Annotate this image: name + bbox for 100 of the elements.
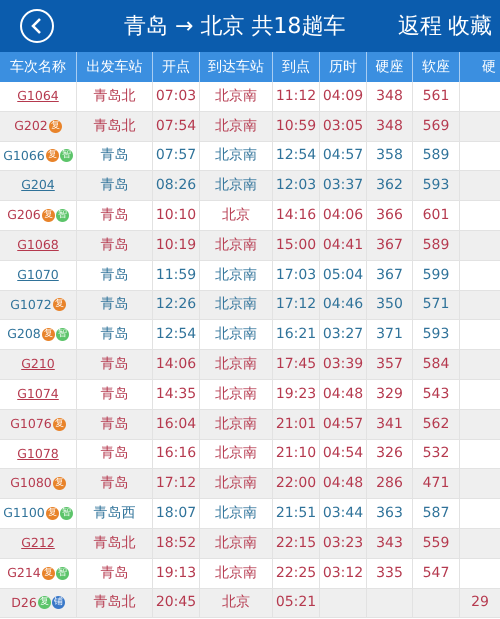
train-number[interactable]: G1078 (17, 444, 59, 464)
table-cell-text: 04:48 (322, 384, 364, 404)
table-cell-text: 北京南 (215, 534, 257, 553)
train-tag: 复 (52, 477, 66, 490)
table-cell-text: 青岛北 (94, 534, 136, 553)
table-cell-text: 569 (422, 116, 450, 136)
table-cell-text: 363 (376, 504, 403, 524)
table-cell-text: 11:59 (156, 266, 196, 285)
table-row[interactable]: G1076 复 青岛 16:04 北京南 21:01 04:57 341 562 (0, 410, 500, 440)
column-header: 出发车站 (86, 58, 142, 76)
table-cell-text: 20:45 (156, 593, 196, 612)
table-row[interactable]: G1074 青岛 14:35 北京南 19:23 04:48 329 543 (0, 380, 500, 410)
table-row[interactable]: G208 复 智 青岛 12:54 北京南 16:21 03:27 371 593 (0, 320, 500, 350)
table-cell-text: 14:06 (156, 355, 196, 374)
header-action[interactable]: 收藏 (448, 10, 492, 42)
column-header: 历时 (329, 58, 357, 76)
table-cell-text: 532 (422, 444, 450, 464)
table-cell-text: 青岛 (100, 444, 128, 464)
table-cell-text: 22:15 (276, 534, 316, 553)
train-number[interactable]: G1064 (17, 87, 59, 106)
table-cell-text: 青岛 (100, 355, 128, 374)
train-number[interactable]: G1070 (17, 266, 59, 285)
table-cell-text: 03:23 (322, 534, 364, 553)
table-cell-text: 北京南 (215, 266, 257, 285)
table-cell-text: 14:35 (156, 384, 196, 404)
train-number[interactable]: G204 (21, 176, 55, 196)
table-cell-text: 北京 (222, 206, 250, 226)
train-number: G206 (7, 206, 41, 224)
table-cell-text: 北京南 (215, 564, 257, 583)
table-cell-text: 08:26 (156, 176, 196, 196)
table-cell-text: 559 (422, 534, 450, 553)
table-cell-text: 12:54 (156, 325, 196, 344)
table-cell-text: 371 (376, 325, 403, 344)
table-row[interactable]: G210 青岛 14:06 北京南 17:45 03:39 357 584 (0, 350, 500, 380)
table-row[interactable]: G204 青岛 08:26 北京南 12:03 03:37 362 593 (0, 171, 500, 202)
table-cell-text: 北京南 (215, 325, 257, 344)
table-cell-text: 04:41 (322, 236, 364, 255)
table-row[interactable]: D26 复 铺 青岛北 20:45 北京 05:21 29 (0, 588, 500, 618)
table-cell-text: 19:13 (156, 564, 196, 583)
table-cell-text: 青岛 (100, 236, 128, 255)
table-cell-text: 北京南 (215, 444, 257, 464)
table-cell-text: 12:54 (276, 146, 316, 166)
table-cell-text: 17:12 (156, 474, 196, 494)
table-cell-text: 04:57 (322, 414, 364, 434)
table-cell-text: 04:09 (322, 86, 364, 106)
train-number[interactable]: G1068 (17, 236, 59, 255)
table-row[interactable]: G1068 青岛 10:19 北京南 15:00 04:41 367 589 (0, 230, 500, 261)
table-cell-text: 341 (376, 414, 403, 434)
table-cell-text: 357 (376, 355, 403, 374)
train-number: G214 (7, 564, 41, 582)
table-row[interactable]: G1080 复 青岛 17:12 北京南 22:00 04:48 286 471 (0, 469, 500, 500)
back-button[interactable] (20, 9, 54, 43)
table-cell-text: 348 (376, 116, 403, 136)
table-row[interactable]: G214 复 智 青岛 19:13 北京南 22:25 03:12 335 547 (0, 558, 500, 589)
table-row[interactable]: G1072 复 青岛 12:26 北京南 17:12 04:46 350 571 (0, 290, 500, 320)
table-cell-text: 366 (376, 206, 403, 226)
table-cell-text: 北京南 (215, 86, 257, 106)
table-cell-text: 584 (422, 355, 450, 374)
table-cell-text: 北京南 (215, 295, 257, 314)
table-row[interactable]: G202 复 青岛北 07:54 北京南 10:59 03:05 348 569 (0, 112, 500, 142)
table-row[interactable]: G1064 青岛北 07:03 北京南 11:12 04:09 348 561 (0, 82, 500, 112)
train-tag: 复 (42, 209, 55, 222)
table-cell-text: 10:19 (156, 236, 196, 255)
table-cell-text: 21:10 (276, 444, 316, 464)
table-cell-text: 青岛 (100, 146, 128, 166)
train-number: G1080 (10, 474, 52, 492)
table-cell-text: 04:57 (322, 146, 364, 166)
table-row[interactable]: G1066 复 智 青岛 07:57 北京南 12:54 04:57 358 589 (0, 142, 500, 172)
table-cell-text: 29 (471, 593, 489, 612)
table-cell-text: 青岛 (100, 474, 128, 494)
train-number[interactable]: G212 (21, 534, 55, 553)
table-cell-text: 北京南 (215, 474, 257, 494)
table-row[interactable]: G1078 青岛 16:16 北京南 21:10 04:54 326 532 (0, 440, 500, 470)
table-cell-text: 03:44 (322, 504, 364, 524)
table-row[interactable]: G1070 青岛 11:59 北京南 17:03 05:04 367 599 (0, 260, 500, 291)
train-tag: 智 (56, 209, 69, 222)
table-cell-text: 547 (422, 564, 450, 583)
column-header: 软座 (422, 58, 450, 76)
table-row[interactable]: G1100 复 智 青岛西 18:07 北京南 21:51 03:44 363 587 (0, 499, 500, 529)
train-tag: 复 (42, 328, 55, 342)
table-cell-text: 599 (422, 266, 450, 285)
train-number: G1100 (3, 504, 45, 522)
train-tag: 复 (48, 120, 62, 133)
column-header: 硬 (482, 58, 496, 76)
train-number[interactable]: G210 (21, 355, 55, 374)
train-tag: 复 (52, 418, 66, 431)
window-title: 青岛 → 北京 共18趟车 (124, 12, 346, 40)
table-cell-text: 12:03 (276, 176, 316, 196)
table-cell-text: 335 (376, 564, 403, 583)
table-cell-text: 16:04 (156, 414, 196, 434)
table-cell-text: 601 (422, 206, 450, 226)
table-cell-text: 561 (422, 86, 450, 106)
header-action[interactable]: 返程 (398, 10, 442, 42)
table-row[interactable]: G206 复 智 青岛 10:10 北京 14:16 04:06 366 601 (0, 201, 500, 231)
table-cell-text: 青岛北 (94, 116, 136, 136)
table-row[interactable]: G212 青岛北 18:52 北京南 22:15 03:23 343 559 (0, 528, 500, 559)
train-number[interactable]: G1074 (17, 384, 59, 404)
table-cell-text: 青岛 (100, 295, 128, 314)
table-cell-text: 05:04 (322, 266, 364, 285)
table-cell-text: 青岛 (100, 414, 128, 434)
